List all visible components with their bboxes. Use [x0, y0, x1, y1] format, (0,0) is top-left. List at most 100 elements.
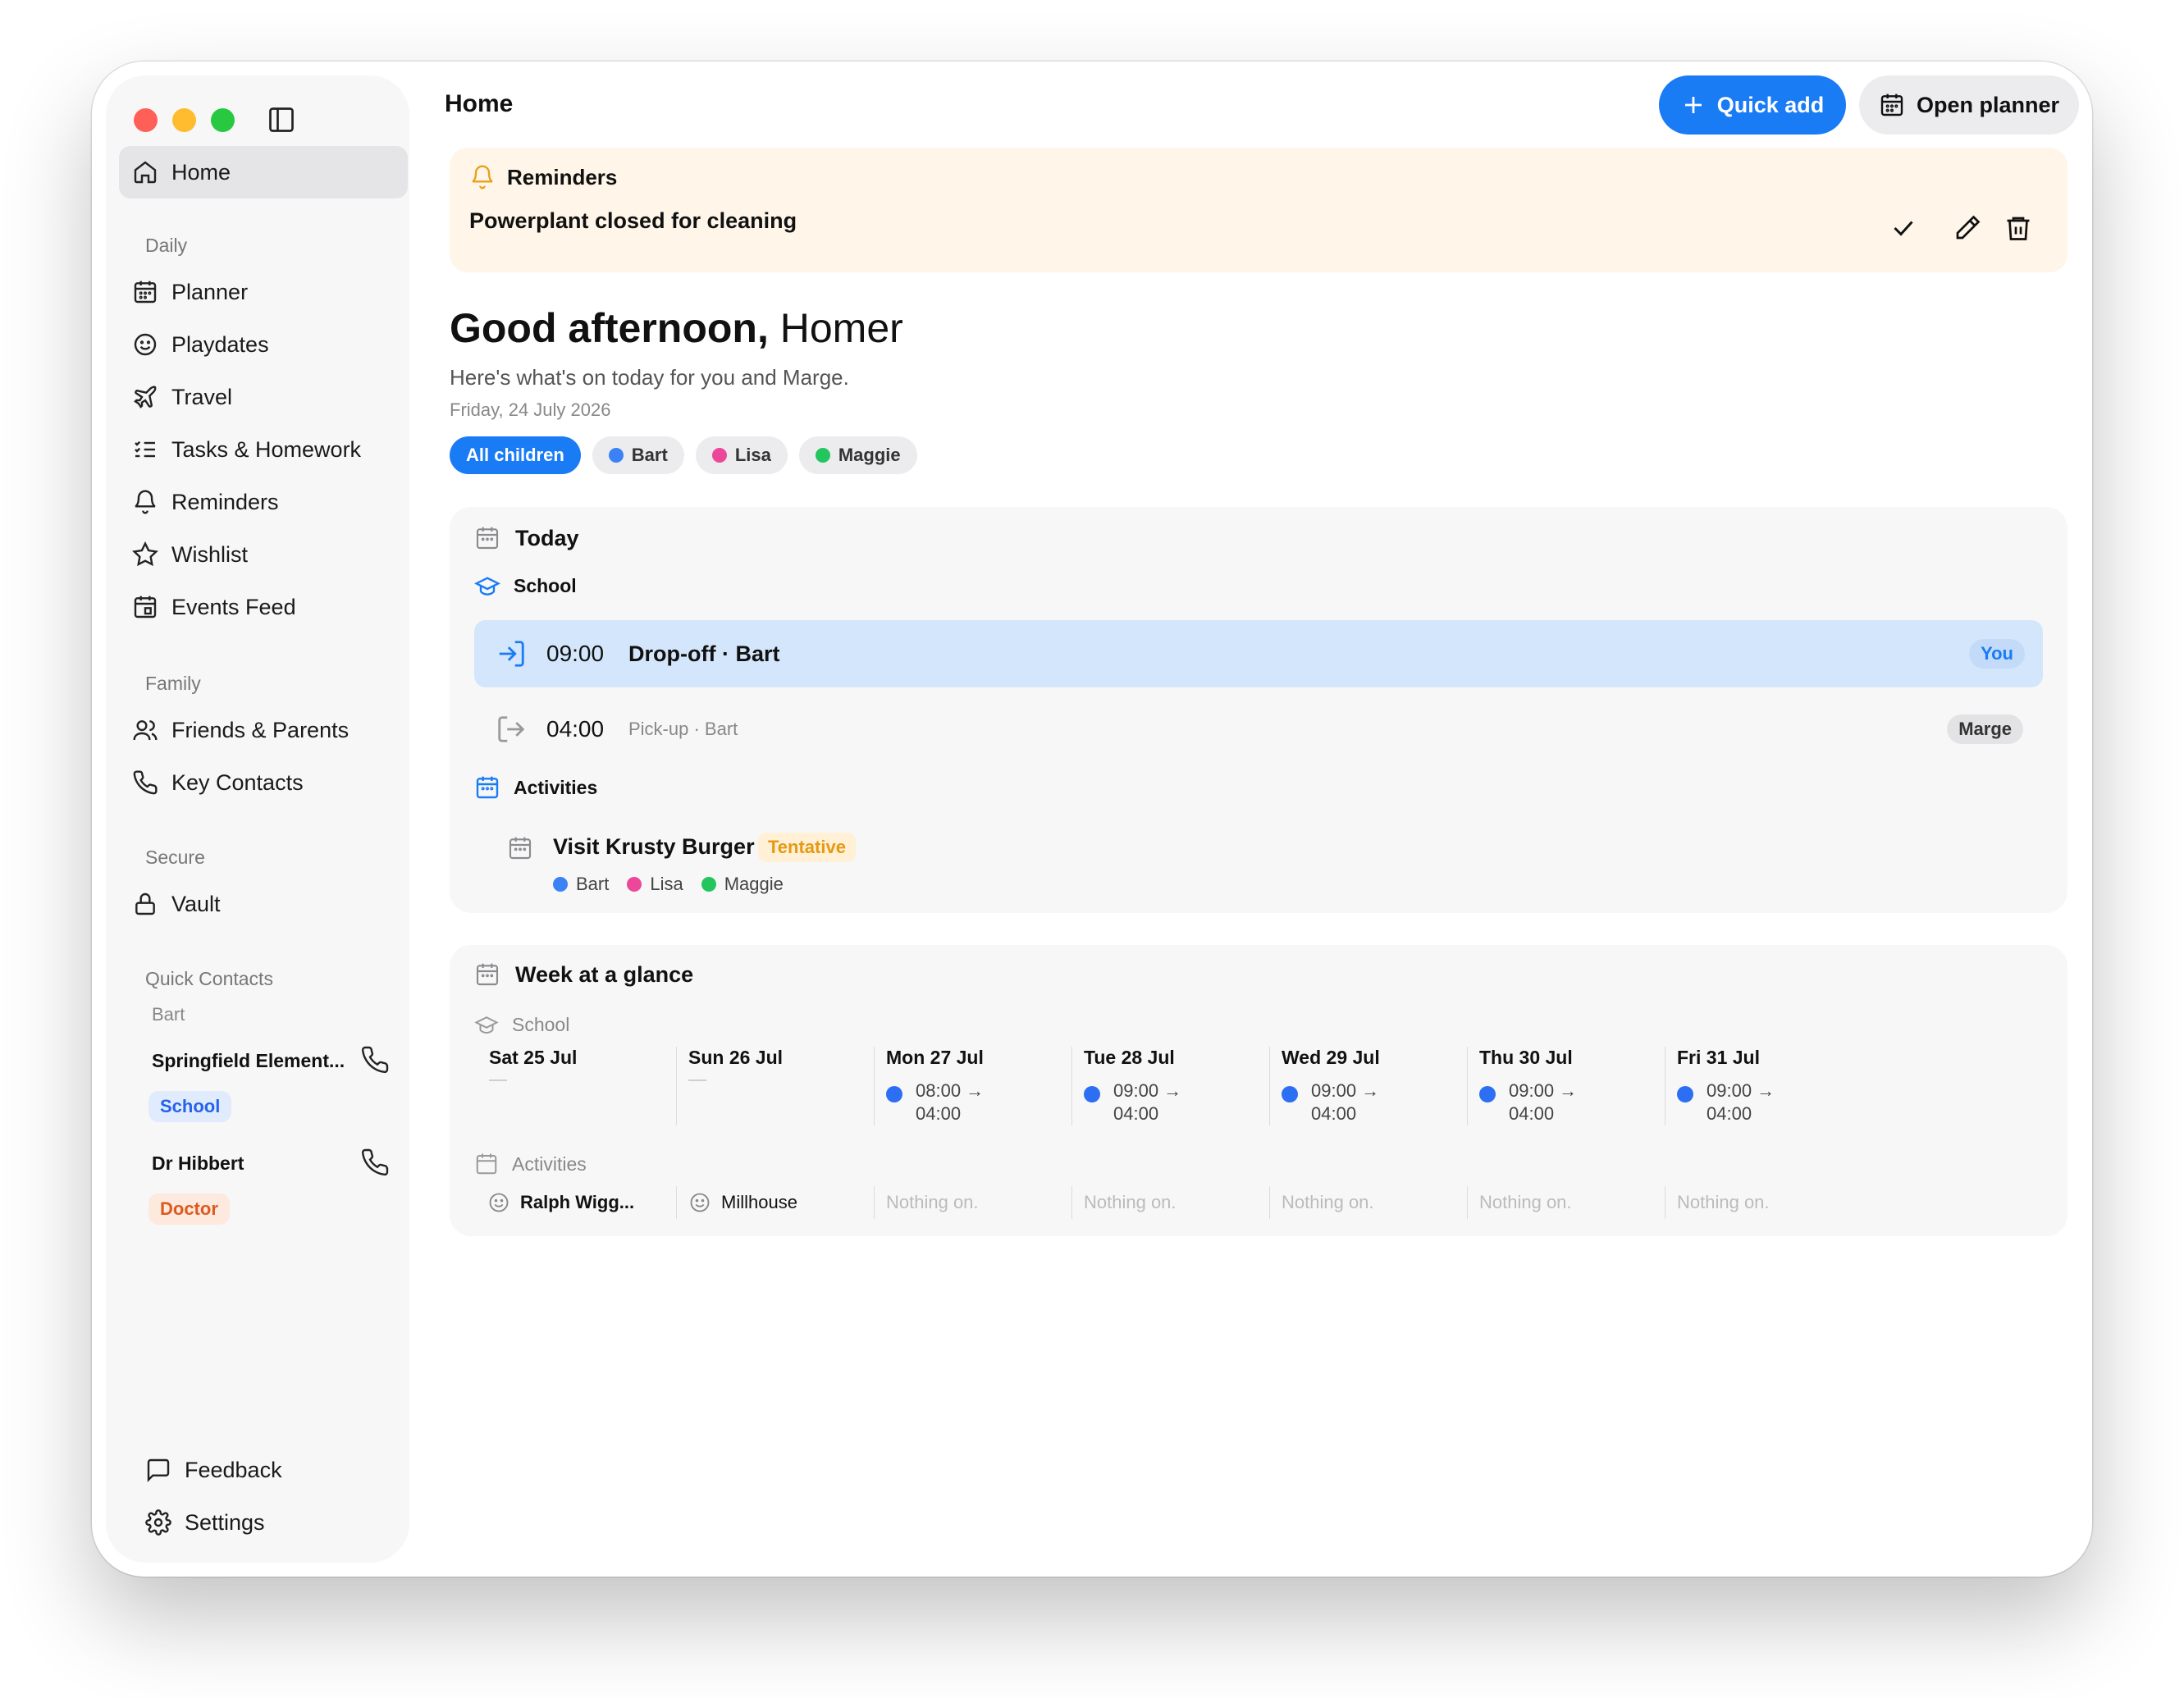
week-activity[interactable]: Ralph Wigg... [487, 1186, 634, 1219]
attendee: Bart [553, 874, 609, 895]
sidebar-item-reminders[interactable]: Reminders [119, 476, 408, 528]
quick-contact-tag: Doctor [148, 1194, 230, 1225]
chip-label: Lisa [734, 445, 771, 465]
smile-icon [134, 333, 157, 356]
filter-child-bart[interactable]: Bart [592, 436, 684, 474]
quick-contact-name[interactable]: Springfield Element... [152, 1050, 345, 1072]
attendee-name: Lisa [650, 874, 683, 894]
greeting-bold: Good afternoon, [450, 305, 769, 351]
school-section-label: School [474, 573, 577, 599]
sidebar-toggle-icon[interactable] [267, 105, 296, 135]
child-filter: All children Bart Lisa Maggie [450, 436, 917, 474]
today-card: Today School 09:00 Drop-off · Bart You 0… [450, 507, 2067, 913]
bell-icon [135, 490, 156, 514]
pencil-icon[interactable] [1953, 213, 1982, 243]
school-time: 09:00 → 04:00 [1509, 1080, 1577, 1125]
open-planner-label: Open planner [1916, 92, 2060, 117]
graduation-cap-icon [474, 577, 500, 596]
day-name: Sat 25 Jul [489, 1047, 578, 1068]
activity-label: Ralph Wigg... [520, 1192, 635, 1212]
sidebar-item-wishlist[interactable]: Wishlist [119, 528, 408, 581]
school-time: 09:00 → 04:00 [1707, 1080, 1775, 1125]
minimize-window-button[interactable] [172, 108, 196, 132]
group-label-quick-contacts: Quick Contacts [145, 968, 273, 989]
smile-icon [690, 1193, 710, 1212]
school-time: 08:00 → 04:00 [916, 1080, 984, 1125]
day-column[interactable]: Sun 26 Jul [676, 1047, 873, 1125]
week-activity-empty: Nothing on. [1665, 1186, 1770, 1219]
day-column[interactable]: Wed 29 Jul 09:00 → 04:00 [1269, 1047, 1466, 1125]
day-column[interactable]: Tue 28 Jul 09:00 → 04:00 [1071, 1047, 1268, 1125]
plus-icon [1684, 97, 1702, 113]
sidebar-item-vault[interactable]: Vault [119, 878, 408, 930]
sidebar-item-label: Wishlist [171, 541, 248, 567]
check-icon[interactable] [1889, 213, 1918, 243]
event-row-dropoff[interactable]: 09:00 Drop-off · Bart You [474, 620, 2043, 687]
week-heading: Week at a glance [474, 961, 693, 988]
star-icon [132, 541, 158, 567]
assignee-badge: Marge [1947, 714, 2023, 744]
group-label-daily: Daily [145, 235, 188, 256]
sidebar-item-playdates[interactable]: Playdates [119, 318, 408, 371]
filter-all-children[interactable]: All children [450, 436, 581, 474]
child-color-dot [608, 448, 624, 463]
bell-icon [472, 165, 493, 189]
quick-contact-name[interactable]: Dr Hibbert [152, 1153, 244, 1175]
chip-label: Maggie [838, 445, 901, 465]
week-activity-empty: Nothing on. [1269, 1186, 1374, 1219]
sidebar-item-events-feed[interactable]: Events Feed [119, 581, 408, 633]
day-column[interactable]: Fri 31 Jul 09:00 → 04:00 [1665, 1047, 1862, 1125]
day-column[interactable]: Mon 27 Jul 08:00 → 04:00 [874, 1047, 1071, 1125]
filter-child-maggie[interactable]: Maggie [798, 436, 917, 474]
school-start: 09:00 → [1707, 1080, 1775, 1101]
feedback-label: Feedback [185, 1457, 282, 1482]
child-color-dot [1282, 1086, 1298, 1102]
sidebar-item-key-contacts[interactable]: Key Contacts [119, 756, 408, 809]
call-icon[interactable] [360, 1045, 390, 1075]
week-activity[interactable]: Millhouse [676, 1186, 797, 1219]
status-badge: Tentative [758, 833, 856, 862]
trash-icon[interactable] [2004, 213, 2033, 243]
calendar-icon [476, 527, 499, 550]
login-icon [499, 641, 524, 667]
settings-button[interactable]: Settings [132, 1496, 421, 1549]
plane-icon [134, 386, 157, 409]
week-activity-empty: Nothing on. [1467, 1186, 1572, 1219]
sidebar-item-tasks[interactable]: Tasks & Homework [119, 423, 408, 476]
reminder-heading-label: Reminders [507, 164, 618, 189]
sidebar-item-travel[interactable]: Travel [119, 371, 408, 423]
child-color-dot [1677, 1086, 1693, 1102]
activity-label: Millhouse [721, 1192, 797, 1212]
activities-label: Activities [514, 776, 598, 798]
day-name: Tue 28 Jul [1084, 1047, 1175, 1068]
calendar-icon [1880, 94, 1903, 116]
attendee: Maggie [701, 874, 784, 895]
calendar-icon [509, 837, 532, 860]
school-start: 09:00 → [1113, 1080, 1182, 1101]
call-icon[interactable] [360, 1148, 390, 1177]
activity-title[interactable]: Visit Krusty Burger [553, 834, 755, 860]
school-start: 09:00 → [1311, 1080, 1380, 1101]
quick-add-button[interactable]: Quick add [1659, 75, 1846, 135]
group-label-family: Family [145, 673, 201, 694]
sidebar-item-friends-parents[interactable]: Friends & Parents [119, 704, 408, 756]
close-window-button[interactable] [134, 108, 158, 132]
sidebar-item-planner[interactable]: Planner [119, 266, 408, 318]
feedback-button[interactable]: Feedback [132, 1444, 421, 1496]
attendee-name: Bart [576, 874, 610, 894]
day-name: Thu 30 Jul [1479, 1047, 1573, 1068]
activities-section-label: Activities [474, 774, 597, 801]
graduation-cap-icon [474, 1016, 499, 1034]
school-time: 09:00 → 04:00 [1113, 1080, 1181, 1125]
empty-dash [688, 1080, 706, 1081]
maximize-window-button[interactable] [211, 108, 235, 132]
event-row-pickup[interactable]: 04:00 Pick-up · Bart Marge [474, 696, 2043, 763]
day-column[interactable]: Thu 30 Jul 09:00 → 04:00 [1467, 1047, 1664, 1125]
day-name: Mon 27 Jul [886, 1047, 984, 1068]
open-planner-button[interactable]: Open planner [1859, 75, 2079, 135]
settings-label: Settings [185, 1509, 265, 1535]
filter-child-lisa[interactable]: Lisa [695, 436, 788, 474]
sidebar-item-label: Key Contacts [171, 769, 304, 795]
sidebar-item-home[interactable]: Home [119, 146, 408, 199]
school-start: 09:00 → [1509, 1080, 1578, 1101]
